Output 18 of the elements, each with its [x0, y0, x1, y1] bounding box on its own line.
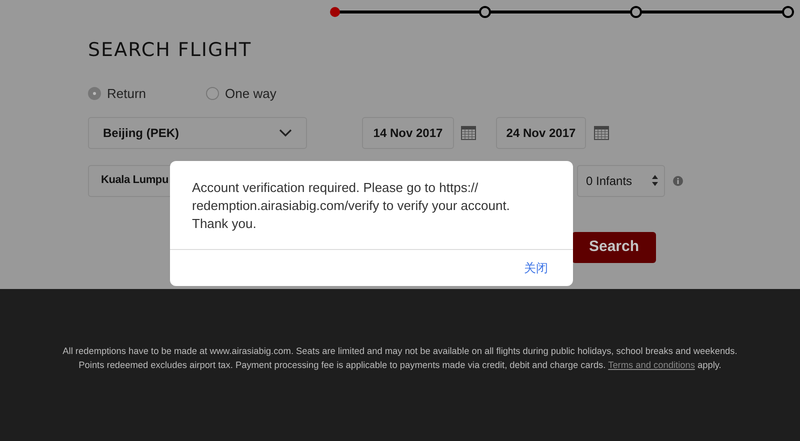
- search-button[interactable]: Search: [572, 232, 656, 262]
- date-field[interactable]: 24 Nov 2017: [496, 116, 586, 148]
- chevron-down-icon: [279, 128, 292, 136]
- trip-type-radio[interactable]: One way: [206, 84, 276, 104]
- infants-select[interactable]: 0 Infants: [577, 164, 665, 196]
- info-icon[interactable]: [673, 176, 683, 186]
- disclaimer-text: Points redeemed excludes airport tax. Payment processing fee is applicable to payments made via credit, debit and charge cards. Terms and conditions apply.: [78, 359, 722, 372]
- page-heading: SEARCH FLIGHT: [88, 38, 253, 63]
- date-field[interactable]: 14 Nov 2017: [362, 116, 454, 148]
- dialog-message: Account verification required. Please go to https:// redemption.airasiabig.com/verify to verify your account. Thank you.: [191, 179, 511, 233]
- sort-arrows-icon: [652, 175, 658, 186]
- close-button[interactable]: 关闭: [524, 259, 548, 277]
- calendar-icon[interactable]: [461, 126, 476, 140]
- disclaimer-text: All redemptions have to be made at www.airasiabig.com. Seats are limited and may not be available on all flights during public holidays, school breaks and weekends.: [62, 345, 738, 358]
- calendar-icon[interactable]: [594, 126, 609, 140]
- trip-type-radio[interactable]: Return: [88, 84, 146, 104]
- terms-link[interactable]: Terms and conditions: [608, 360, 695, 370]
- origin-select[interactable]: Beijing (PEK): [88, 116, 307, 148]
